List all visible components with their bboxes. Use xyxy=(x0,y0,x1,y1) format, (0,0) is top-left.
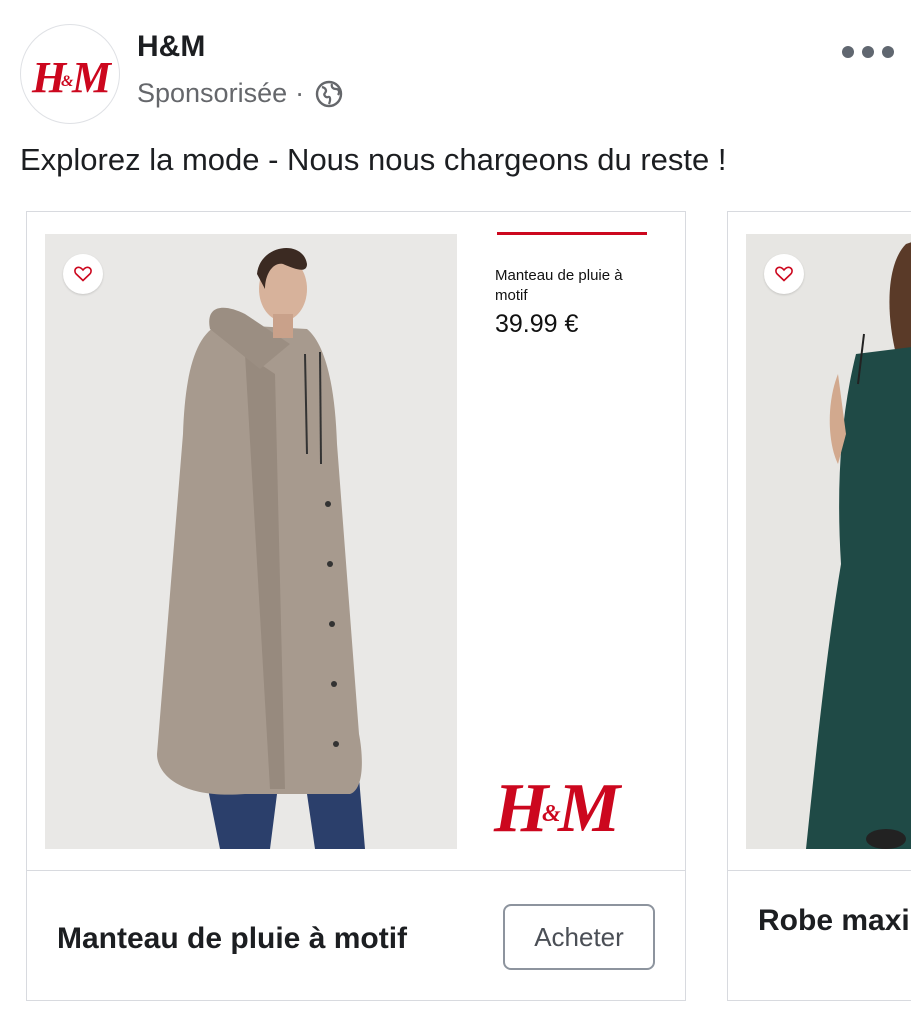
svg-text:M: M xyxy=(71,53,112,102)
more-options-icon[interactable] xyxy=(842,38,894,66)
page-name[interactable]: H&M xyxy=(137,30,205,64)
product-image[interactable] xyxy=(746,234,911,849)
image-product-name: Manteau de pluie à motif xyxy=(495,267,623,304)
product-image[interactable] xyxy=(45,234,457,849)
post-meta: Sponsorisée · xyxy=(137,78,344,109)
card-title[interactable]: Robe maxi en V xyxy=(758,900,911,942)
card-divider xyxy=(728,870,911,871)
page-avatar[interactable]: H & M xyxy=(20,24,120,124)
card-divider xyxy=(27,870,685,871)
hm-logo: H & M xyxy=(31,53,112,102)
carousel-card-1[interactable]: Manteau de pluie à motif 39.99 € H & M M… xyxy=(26,211,686,1001)
carousel-card-2[interactable]: Robe maxi en V xyxy=(727,211,911,1001)
card-title[interactable]: Manteau de pluie à motif xyxy=(57,922,407,956)
model-dress-photo xyxy=(746,234,911,849)
favorite-heart-icon[interactable] xyxy=(764,254,804,294)
favorite-heart-icon[interactable] xyxy=(63,254,103,294)
buy-button[interactable]: Acheter xyxy=(503,904,655,970)
svg-text:M: M xyxy=(557,770,622,847)
accent-line xyxy=(497,232,647,235)
product-price: 39.99 € xyxy=(495,310,579,338)
hm-logo-image: H & M xyxy=(493,770,622,847)
meta-separator: · xyxy=(295,78,305,108)
sponsored-label[interactable]: Sponsorisée xyxy=(137,78,287,109)
model-coat-photo xyxy=(45,234,457,849)
post-caption: Explorez la mode - Nous nous chargeons d… xyxy=(20,142,727,177)
globe-icon[interactable] xyxy=(314,79,344,109)
